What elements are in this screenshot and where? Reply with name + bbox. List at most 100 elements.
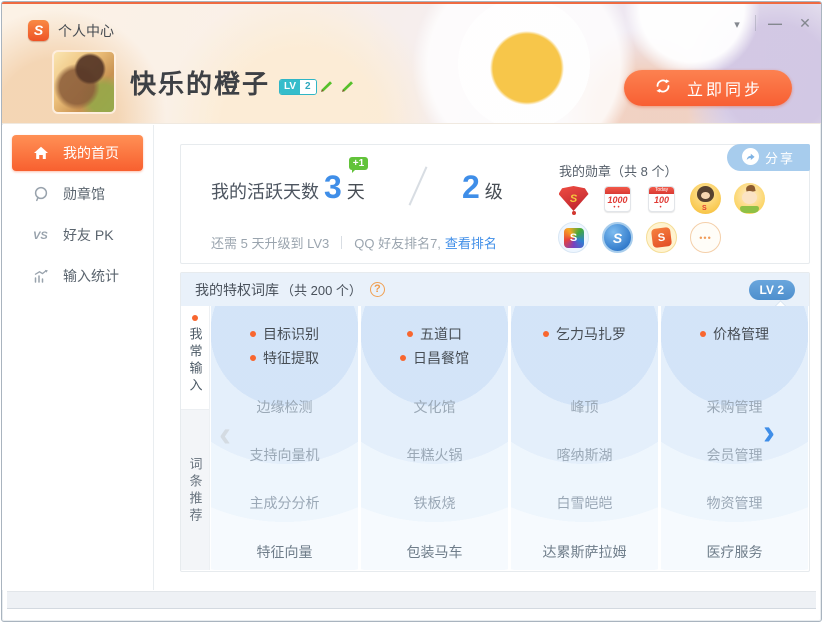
privilege-lexicon-card: 我的特权词库 （共 200 个） ? LV 2 我常输入 词条推荐 目标识别 特… (180, 272, 810, 572)
plus-one-badge: +1 (349, 157, 368, 170)
svg-text:VS: VS (33, 230, 48, 242)
sogou-blue-medal[interactable]: S (602, 222, 633, 253)
sidebar-item-label: 输入统计 (63, 266, 119, 286)
bullet-icon (543, 331, 549, 337)
word-column-1: 目标识别 特征提取 边缘检测 支持向量机 主成分分析 特征向量 (211, 306, 358, 570)
word-text: 五道口 (420, 326, 462, 342)
sync-now-button[interactable]: 立即同步 (624, 70, 792, 106)
bullet-icon (400, 355, 406, 361)
tab-my-frequent-input[interactable]: 我常输入 (181, 306, 209, 410)
word-item: 边缘检测 (211, 395, 358, 419)
carousel-next-button[interactable]: › (763, 417, 775, 447)
baby-collar-icon (740, 206, 759, 213)
sync-icon (653, 76, 673, 101)
tab-label: 我常输入 (186, 327, 205, 395)
sidebar-item-medals[interactable]: 勋章馆 (2, 174, 153, 214)
control-divider (755, 15, 756, 31)
help-icon[interactable]: ? (370, 282, 385, 297)
word-item: 价格管理 (661, 322, 808, 346)
level-unit: 级 (485, 178, 503, 204)
user-nickname: 快乐的橙子 (130, 64, 270, 101)
sogou-orange-icon: S (651, 227, 672, 248)
stats-sub-line: 还需 5 天升级到 LV3 QQ 好友排名7, 查看排名 (211, 233, 497, 252)
active-days-value: 3 (324, 169, 342, 206)
medals-count: （共 8 个） (611, 164, 677, 179)
medal-row-2: S S S ••• (558, 222, 721, 253)
window-title: 个人中心 (58, 21, 114, 41)
tab-word-recommend[interactable]: 词条推荐 (181, 411, 209, 570)
superman-shield-icon: S (559, 186, 589, 211)
edit-pencil-icon[interactable] (319, 78, 335, 94)
tab-label: 词条推荐 (186, 457, 205, 525)
share-icon (742, 148, 759, 168)
bullet-icon (250, 355, 256, 361)
word-text: 日昌餐馆 (413, 350, 469, 366)
active-days-line: 我的活跃天数 3 天 +1 (211, 169, 365, 206)
word-item: 物资管理 (661, 491, 808, 515)
sidebar-item-typing-stats[interactable]: 输入统计 (2, 256, 153, 296)
window-dropdown-button[interactable]: ▾ (724, 14, 750, 36)
baby-medal[interactable] (734, 183, 765, 214)
word-item: 日昌餐馆 (361, 346, 508, 370)
calendar-header (605, 187, 630, 194)
level-prefix: LV (280, 80, 300, 94)
minimize-button[interactable]: — (762, 12, 788, 34)
banner: S 个人中心 ▾ — ✕ 快乐的橙子 LV 2 立 (2, 2, 821, 124)
word-item: 峰顶 (511, 395, 658, 419)
word-text: 目标识别 (263, 326, 319, 342)
lexicon-carousel: 目标识别 特征提取 边缘检测 支持向量机 主成分分析 特征向量 五道口 日昌餐馆… (211, 306, 808, 570)
calendar-100-medal[interactable]: Today 100 • (646, 183, 677, 214)
app-window: S 个人中心 ▾ — ✕ 快乐的橙子 LV 2 立 (1, 1, 822, 622)
word-text: 价格管理 (713, 326, 769, 342)
word-item: 达累斯萨拉姆 (511, 540, 658, 564)
sogou-orange-medal[interactable]: S (646, 222, 677, 253)
active-days-label: 我的活跃天数 (211, 178, 319, 204)
word-item: 包装马车 (361, 540, 508, 564)
lexicon-tab-strip: 我常输入 词条推荐 (181, 306, 210, 570)
view-rank-link[interactable]: 查看排名 (445, 233, 497, 252)
more-medals-button[interactable]: ••• (690, 222, 721, 253)
hero-face-icon (701, 192, 710, 199)
calendar-1000-medal[interactable]: 1000 •• (602, 183, 633, 214)
sidebar-item-friend-pk[interactable]: VS 好友 PK (2, 215, 153, 255)
level-value: 2 (462, 169, 480, 206)
hero-letter: S (702, 205, 707, 212)
medal-icon (32, 185, 50, 203)
word-item: 特征向量 (211, 540, 358, 564)
hero-medal[interactable]: S (690, 183, 721, 214)
word-item: 支持向量机 (211, 443, 358, 467)
word-item: 特征提取 (211, 346, 358, 370)
baby-face-icon (742, 191, 757, 204)
sogou-app-medal[interactable]: S (558, 222, 589, 253)
sogou-logo-icon: S (28, 20, 49, 41)
share-button[interactable]: 分享 (727, 144, 810, 171)
lexicon-header: 我的特权词库 （共 200 个） ? LV 2 (181, 273, 809, 306)
calendar-header: Today (649, 187, 674, 194)
calendar-dots: •• (605, 207, 630, 211)
word-text: 乞力马扎罗 (556, 326, 626, 342)
level-line: 2 级 (457, 169, 503, 206)
word-item: 铁板烧 (361, 491, 508, 515)
close-button[interactable]: ✕ (792, 12, 818, 34)
carousel-prev-button[interactable]: ‹ (219, 419, 231, 449)
bullet-icon (250, 331, 256, 337)
activity-stats-card: 我的活跃天数 3 天 +1 2 级 还需 5 天升级到 LV3 QQ 好友排名7… (180, 144, 810, 264)
home-icon (32, 144, 50, 162)
word-column-4: 价格管理 采购管理 会员管理 物资管理 医疗服务 (661, 306, 808, 570)
bullet-icon (407, 331, 413, 337)
days-unit-text: 天 (347, 182, 365, 202)
superman-medal[interactable]: S (558, 183, 589, 214)
user-level-badge: LV 2 (279, 79, 317, 95)
sidebar-item-home[interactable]: 我的首页 (12, 135, 143, 171)
lexicon-count: （共 200 个） (281, 280, 362, 299)
word-item: 文化馆 (361, 395, 508, 419)
level-number: 2 (300, 80, 316, 94)
word-item: 目标识别 (211, 322, 358, 346)
text-divider (341, 236, 342, 249)
share-label: 分享 (765, 148, 795, 167)
medal-row-1: S 1000 •• Today 100 • S (558, 183, 765, 214)
edit-pencil-icon[interactable] (340, 78, 356, 94)
vs-icon: VS (32, 226, 50, 244)
avatar[interactable] (52, 50, 116, 114)
bullet-icon (700, 331, 706, 337)
